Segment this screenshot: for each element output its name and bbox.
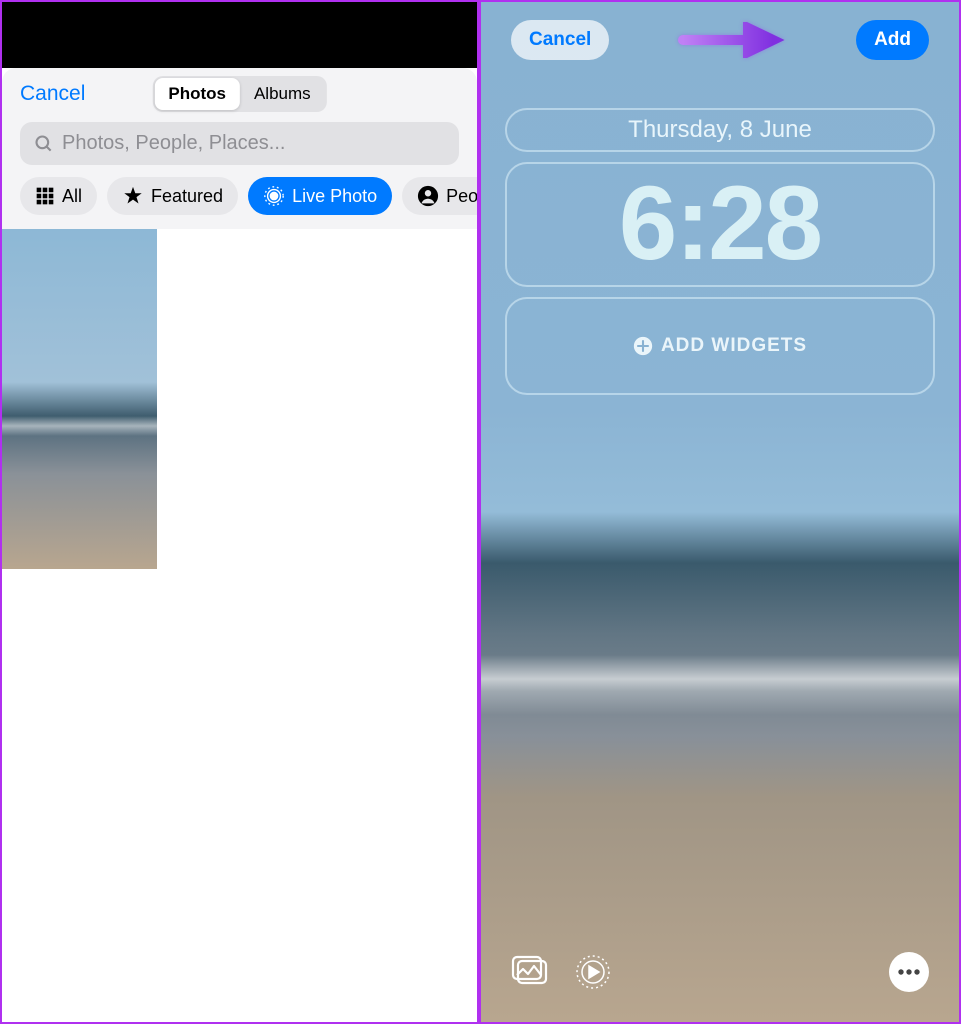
search-bar[interactable] <box>20 122 459 165</box>
filter-people[interactable]: People <box>402 177 477 215</box>
add-button[interactable]: Add <box>856 20 929 60</box>
grid-icon <box>35 186 55 206</box>
cancel-button[interactable]: Cancel <box>20 82 85 106</box>
bottom-toolbar <box>511 952 929 992</box>
date-widget[interactable]: Thursday, 8 June <box>505 108 935 152</box>
editor-top-bar: Cancel Add <box>481 2 959 68</box>
arrow-annotation <box>678 22 788 58</box>
segment-albums[interactable]: Albums <box>240 78 325 110</box>
photos-icon <box>511 955 551 989</box>
add-widgets-label: ADD WIDGETS <box>661 335 807 357</box>
photos-icon-button[interactable] <box>511 954 551 990</box>
live-photo-icon <box>263 185 285 207</box>
clock-area: Thursday, 8 June 6:28 ADD WIDGETS <box>481 68 959 395</box>
photo-grid <box>2 229 477 1022</box>
filter-label: All <box>62 186 82 207</box>
segment-photos[interactable]: Photos <box>154 78 240 110</box>
filter-label: People <box>446 186 477 207</box>
cancel-button[interactable]: Cancel <box>511 20 609 60</box>
picker-sheet: Cancel Photos Albums All Featured Live P… <box>2 68 477 229</box>
more-button[interactable] <box>889 952 929 992</box>
segment-control: Photos Albums <box>152 76 326 112</box>
bottom-left-icons <box>511 954 613 990</box>
search-input[interactable] <box>62 132 445 155</box>
wave-overlay <box>481 655 959 715</box>
live-photo-icon-button[interactable] <box>573 954 613 990</box>
clock-time: 6:28 <box>507 164 933 285</box>
ellipsis-icon <box>898 969 920 975</box>
clock-widget[interactable]: 6:28 <box>505 162 935 287</box>
filter-row: All Featured Live Photo People <box>2 177 477 229</box>
plus-circle-icon <box>633 336 653 356</box>
filter-label: Live Photo <box>292 186 377 207</box>
photo-thumbnail[interactable] <box>2 229 157 569</box>
picker-header: Cancel Photos Albums <box>2 68 477 116</box>
live-photo-icon <box>575 954 611 990</box>
filter-all[interactable]: All <box>20 177 97 215</box>
lock-screen-editor: Cancel Add Thursday, 8 June 6:28 ADD WID… <box>479 0 961 1024</box>
add-widgets-button[interactable]: ADD WIDGETS <box>505 297 935 395</box>
search-icon <box>34 134 54 154</box>
filter-label: Featured <box>151 186 223 207</box>
star-icon <box>122 185 144 207</box>
photo-picker-screen: Cancel Photos Albums All Featured Live P… <box>0 0 479 1024</box>
filter-featured[interactable]: Featured <box>107 177 238 215</box>
status-bar-area <box>2 2 477 68</box>
filter-live-photo[interactable]: Live Photo <box>248 177 392 215</box>
person-icon <box>417 185 439 207</box>
